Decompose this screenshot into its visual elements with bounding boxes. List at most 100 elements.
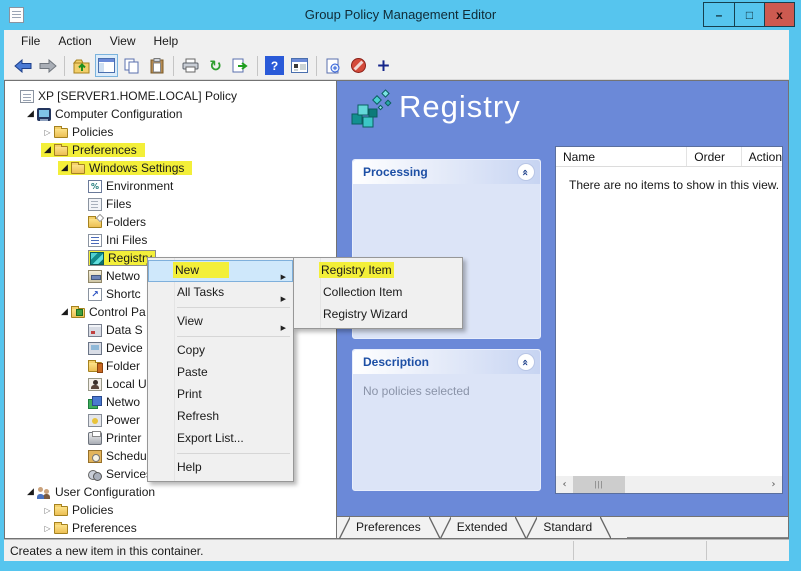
- description-panel-body: No policies selected: [353, 374, 540, 408]
- folder-icon: [54, 146, 68, 156]
- user-configuration-icon: [37, 486, 51, 499]
- menu-item-paste[interactable]: Paste: [148, 362, 293, 384]
- add-icon[interactable]: +: [372, 54, 395, 77]
- registry-banner-icon: [349, 87, 395, 136]
- menu-item-all-tasks[interactable]: All Tasks ▶: [148, 282, 293, 304]
- menu-item-collection-item[interactable]: Collection Item: [294, 282, 462, 304]
- menu-item-print[interactable]: Print: [148, 384, 293, 406]
- description-panel-header: Description «: [353, 350, 540, 374]
- view-tabs: Preferences Extended Standard: [337, 516, 788, 538]
- export-list-icon[interactable]: [229, 54, 252, 77]
- menu-bar: File Action View Help: [4, 30, 789, 52]
- horizontal-scrollbar[interactable]: ‹ ||| ›: [556, 476, 782, 493]
- folder-icon: [54, 128, 68, 138]
- tab-edge: [440, 517, 451, 539]
- tab-extended[interactable]: Extended: [451, 517, 516, 538]
- submenu-arrow-icon: ▶: [281, 318, 286, 339]
- registry-icon: [90, 252, 104, 265]
- show-hide-console-tree-icon[interactable]: [95, 54, 118, 77]
- tree-item-user-configuration[interactable]: ◢ User Configuration: [24, 483, 336, 501]
- menu-item-copy[interactable]: Copy: [148, 340, 293, 362]
- up-one-level-icon[interactable]: [70, 54, 93, 77]
- tree-item-policies[interactable]: ▷ Policies: [41, 123, 336, 141]
- copy-icon[interactable]: [120, 54, 143, 77]
- menu-help[interactable]: Help: [145, 32, 188, 50]
- folder-icon: [54, 506, 68, 516]
- maximize-button[interactable]: □: [734, 3, 764, 26]
- tree-item-windows-settings[interactable]: ◢ Windows Settings: [58, 159, 336, 177]
- tree-item-user-policies[interactable]: ▷ Policies: [41, 501, 336, 519]
- tree-item-environment[interactable]: Environment: [75, 177, 336, 195]
- menu-item-help[interactable]: Help: [148, 457, 293, 479]
- tree-item-files[interactable]: Files: [75, 195, 336, 213]
- shortcuts-icon: [88, 288, 102, 301]
- collapsed-arrow-icon[interactable]: ▷: [41, 524, 54, 533]
- back-icon[interactable]: [11, 54, 34, 77]
- tree-item-folders[interactable]: Folders: [75, 213, 336, 231]
- toolbar-separator: [64, 56, 65, 76]
- properties-icon[interactable]: [288, 54, 311, 77]
- column-order[interactable]: Order: [687, 147, 741, 166]
- menu-file[interactable]: File: [12, 32, 49, 50]
- expanded-arrow-icon[interactable]: ◢: [58, 307, 71, 317]
- menu-item-new[interactable]: New ▶: [148, 260, 293, 282]
- status-separator: [573, 541, 574, 560]
- refresh-icon[interactable]: ↻: [204, 54, 227, 77]
- toolbar-separator: [257, 56, 258, 76]
- menu-item-export-list[interactable]: Export List...: [148, 428, 293, 450]
- gpme-window: Group Policy Management Editor – □ x Fil…: [0, 0, 801, 571]
- tab-standard[interactable]: Standard: [537, 517, 600, 538]
- menu-view[interactable]: View: [101, 32, 145, 50]
- tree-item-ini-files[interactable]: Ini Files: [75, 231, 336, 249]
- tab-preferences[interactable]: Preferences: [350, 517, 429, 538]
- yellow-highlight: ◢ Preferences: [41, 143, 145, 157]
- help-icon[interactable]: ?: [265, 56, 284, 75]
- close-button[interactable]: x: [764, 3, 794, 26]
- minimize-button[interactable]: –: [704, 3, 734, 26]
- tab-edge: [429, 517, 440, 539]
- collapsed-arrow-icon[interactable]: ▷: [41, 506, 54, 515]
- paste-icon[interactable]: [145, 54, 168, 77]
- printers-icon: [88, 432, 102, 445]
- title-bar: Group Policy Management Editor – □ x: [0, 0, 801, 30]
- context-menu: New ▶ All Tasks ▶ View ▶ Copy Paste Prin…: [147, 257, 294, 482]
- environment-icon: [88, 180, 102, 193]
- scheduled-tasks-icon: [88, 450, 102, 463]
- menu-item-registry-wizard[interactable]: Registry Wizard: [294, 304, 462, 326]
- menu-item-view[interactable]: View ▶: [148, 311, 293, 333]
- tree-item-user-preferences[interactable]: ▷ Preferences: [41, 519, 336, 537]
- files-icon: [88, 198, 102, 211]
- menu-separator: [177, 453, 290, 454]
- items-list-view: Name Order Action There are no items to …: [555, 146, 783, 494]
- collapsed-arrow-icon[interactable]: ▷: [41, 128, 54, 137]
- expanded-arrow-icon[interactable]: ◢: [24, 109, 37, 119]
- collapse-chevron-icon[interactable]: «: [517, 163, 535, 181]
- policy-icon: [20, 90, 34, 103]
- column-action[interactable]: Action: [742, 147, 782, 166]
- column-name[interactable]: Name: [556, 147, 687, 166]
- block-icon[interactable]: [347, 54, 370, 77]
- status-bar: Creates a new item in this container.: [4, 539, 789, 561]
- yellow-highlight: New: [173, 262, 229, 278]
- scrollbar-thumb[interactable]: |||: [573, 476, 625, 493]
- toolbar-separator: [316, 56, 317, 76]
- folder-icon: [54, 524, 68, 534]
- expanded-arrow-icon[interactable]: ◢: [24, 487, 37, 497]
- print-icon[interactable]: [179, 54, 202, 77]
- expanded-arrow-icon[interactable]: ◢: [41, 145, 54, 155]
- menu-item-refresh[interactable]: Refresh: [148, 406, 293, 428]
- new-submenu: Registry Item Collection Item Registry W…: [293, 257, 463, 329]
- computer-icon: [37, 108, 51, 121]
- new-document-icon[interactable]: [322, 54, 345, 77]
- forward-icon[interactable]: [36, 54, 59, 77]
- window-controls: – □ x: [703, 2, 795, 27]
- tree-item-policy-root[interactable]: XP [SERVER1.HOME.LOCAL] Policy: [7, 87, 336, 105]
- tree-item-preferences[interactable]: ◢ Preferences: [41, 141, 336, 159]
- expanded-arrow-icon[interactable]: ◢: [58, 163, 71, 173]
- menu-item-registry-item[interactable]: Registry Item: [294, 260, 462, 282]
- tree-item-computer-configuration[interactable]: ◢ Computer Configuration: [24, 105, 336, 123]
- menu-action[interactable]: Action: [49, 32, 100, 50]
- scroll-right-icon[interactable]: ›: [765, 476, 782, 493]
- collapse-chevron-icon[interactable]: «: [517, 353, 535, 371]
- scroll-left-icon[interactable]: ‹: [556, 476, 573, 493]
